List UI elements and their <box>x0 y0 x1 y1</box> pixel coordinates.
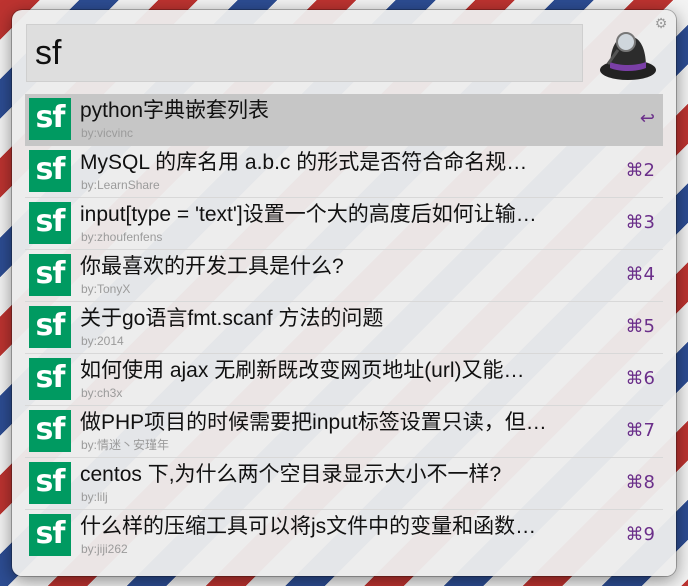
result-shortcut: ⌘9 <box>625 524 655 545</box>
segmentfault-logo-icon: sf <box>29 410 71 452</box>
search-input[interactable]: sf <box>26 24 583 82</box>
segmentfault-logo-icon: sf <box>29 514 71 556</box>
alfred-hat-icon <box>600 32 656 80</box>
result-author: by:lilj <box>81 490 108 504</box>
result-author: by:ch3x <box>81 386 123 400</box>
result-shortcut: ⌘4 <box>625 264 655 285</box>
result-title: 什么样的压缩工具可以将js文件中的变量和函数… <box>80 515 537 538</box>
segmentfault-logo-icon: sf <box>29 150 71 192</box>
list-item[interactable]: sf python字典嵌套列表 by:vicvinc ↩ <box>25 94 663 146</box>
result-list: sf python字典嵌套列表 by:vicvinc ↩ sf MySQL 的库… <box>25 94 663 562</box>
result-title: 关于go语言fmt.scanf 方法的问题 <box>80 307 384 330</box>
list-item[interactable]: sf 做PHP项目的时候需要把input标签设置只读，但… by:情迷丶安瑾年 … <box>25 406 663 458</box>
result-shortcut: ⌘5 <box>625 316 655 337</box>
segmentfault-logo-icon: sf <box>29 306 71 348</box>
list-item[interactable]: sf 如何使用 ajax 无刷新既改变网页地址(url)又能… by:ch3x … <box>25 354 663 406</box>
alfred-window: sf ⚙ sf python字典嵌套列表 by:vicvinc ↩ sf MyS… <box>12 10 676 576</box>
result-author: by:情迷丶安瑾年 <box>81 438 170 452</box>
segmentfault-logo-icon: sf <box>29 98 71 140</box>
result-author: by:zhoufenfens <box>81 230 163 244</box>
result-author: by:vicvinc <box>81 126 134 140</box>
result-author: by:LearnShare <box>81 178 160 192</box>
list-item[interactable]: sf centos 下,为什么两个空目录显示大小不一样? by:lilj ⌘8 <box>25 458 663 510</box>
result-title: input[type = 'text']设置一个大的高度后如何让输… <box>80 203 537 226</box>
result-shortcut: ⌘7 <box>625 420 655 441</box>
result-title: python字典嵌套列表 <box>80 99 270 122</box>
list-item[interactable]: sf 你最喜欢的开发工具是什么? by:TonyX ⌘4 <box>25 250 663 302</box>
result-title: centos 下,为什么两个空目录显示大小不一样? <box>80 463 502 486</box>
list-item[interactable]: sf 什么样的压缩工具可以将js文件中的变量和函数… by:jiji262 ⌘9 <box>25 510 663 562</box>
segmentfault-logo-icon: sf <box>29 358 71 400</box>
result-author: by:TonyX <box>81 282 131 296</box>
list-item[interactable]: sf MySQL 的库名用 a.b.c 的形式是否符合命名规… by:Learn… <box>25 146 663 198</box>
result-shortcut: ⌘8 <box>625 472 655 493</box>
list-item[interactable]: sf 关于go语言fmt.scanf 方法的问题 by:2014 ⌘5 <box>25 302 663 354</box>
result-shortcut: ⌘2 <box>625 160 655 181</box>
segmentfault-logo-icon: sf <box>29 462 71 504</box>
list-item[interactable]: sf input[type = 'text']设置一个大的高度后如何让输… by… <box>25 198 663 250</box>
result-author: by:jiji262 <box>81 542 128 556</box>
result-title: 做PHP项目的时候需要把input标签设置只读，但… <box>80 411 547 434</box>
result-title: 你最喜欢的开发工具是什么? <box>80 255 344 278</box>
result-shortcut: ⌘3 <box>625 212 655 233</box>
result-title: MySQL 的库名用 a.b.c 的形式是否符合命名规… <box>80 151 528 174</box>
result-title: 如何使用 ajax 无刷新既改变网页地址(url)又能… <box>80 359 525 382</box>
result-author: by:2014 <box>81 334 124 348</box>
return-icon: ↩ <box>639 108 655 129</box>
result-shortcut: ⌘6 <box>625 368 655 389</box>
segmentfault-logo-icon: sf <box>29 202 71 244</box>
segmentfault-logo-icon: sf <box>29 254 71 296</box>
